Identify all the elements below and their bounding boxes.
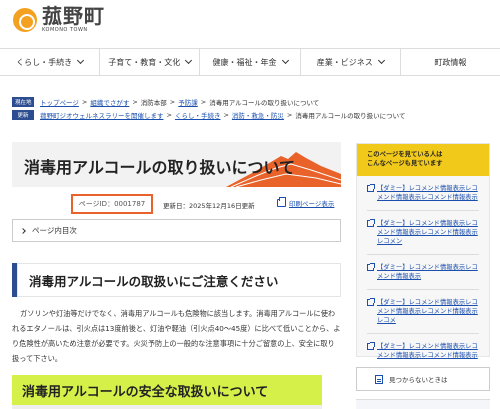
recommend-link[interactable]: 【ダミー】レコメンド情報表示レコメンド情報表示レコメンド情報表示 xyxy=(377,184,479,202)
content-continuation xyxy=(12,405,322,409)
recommend-heading-line1: このページを見ている人は xyxy=(367,151,443,158)
chevron-right-icon xyxy=(20,227,26,234)
recommend-item: 【ダミー】レコメンド情報表示レコメンド情報表示 xyxy=(367,255,479,290)
breadcrumb-link-prevention[interactable]: 予防課 xyxy=(178,97,198,107)
external-link-icon xyxy=(367,342,375,350)
external-link-icon xyxy=(367,298,375,306)
recommend-link[interactable]: 【ダミー】レコメンド情報表示レコメンド情報表示レコメンド情報表示 xyxy=(377,342,479,360)
sidebar-bottom xyxy=(356,399,490,409)
section-heading: 消毒用アルコールの取扱いにご注意ください xyxy=(12,263,341,297)
recommend-item: 【ダミー】レコメンド情報表示レコメンド情報表示レコメンド情報表示レコメン xyxy=(367,211,479,255)
page-title-box: 消毒用アルコールの取り扱いについて xyxy=(12,142,341,187)
breadcrumb-link-rally[interactable]: 菰野町ジオウェルネスラリーを開催します xyxy=(40,110,164,120)
page-id: ページID：0001787 xyxy=(71,194,153,214)
site-logo[interactable]: 菰野町 KOMONO TOWN xyxy=(13,6,105,33)
nav-item-government[interactable]: 町政情報 xyxy=(399,49,500,75)
chevron-down-icon xyxy=(377,56,385,65)
chevron-down-icon xyxy=(185,56,193,65)
breadcrumb-link-org[interactable]: 組織でさがす xyxy=(90,97,129,107)
breadcrumb-fire-dept: 消防本部 xyxy=(140,98,167,107)
breadcrumb-alt: 更新 菰野町ジオウェルネスラリーを開催します > くらし・手続き > 消防・救急・防… xyxy=(12,108,492,121)
breadcrumb-link-fire[interactable]: 消防・救急・防災 xyxy=(232,110,284,120)
toc-toggle[interactable]: ページ内目次 xyxy=(12,219,341,242)
breadcrumb-link-top[interactable]: トップページ xyxy=(40,97,79,107)
logo-sub: KOMONO TOWN xyxy=(42,27,88,33)
printer-icon xyxy=(277,197,286,207)
subsection-heading: 消毒用アルコールの安全な取扱いについて xyxy=(12,375,322,405)
nav-item-childcare[interactable]: 子育て・教育・文化 xyxy=(99,49,199,75)
recommend-heading-line2: こんなページも見ています xyxy=(367,160,443,167)
recommend-heading: このページを見ている人は こんなページも見ています xyxy=(357,144,489,176)
updated-date: 更新日：2025年12月16日更新 xyxy=(163,202,255,210)
external-link-icon xyxy=(367,184,375,192)
nav-label: 子育て・教育・文化 xyxy=(108,57,181,67)
recommend-list: 【ダミー】レコメンド情報表示レコメンド情報表示レコメンド情報表示 【ダミー】レコ… xyxy=(357,176,489,368)
external-link-icon xyxy=(367,263,375,271)
toc-label: ページ内目次 xyxy=(32,226,77,235)
nav-label: 産業・ビジネス xyxy=(316,57,373,67)
nav-item-health[interactable]: 健康・福祉・年金 xyxy=(199,49,299,75)
breadcrumb-current: 現在地 トップページ > 組織でさがす > 消防本部 > 予防課 > 消毒用アルコールの… xyxy=(12,95,492,108)
print-label: 印刷ページ表示 xyxy=(289,200,335,208)
recommend-item: 【ダミー】レコメンド情報表示レコメンド情報表示レコメンド情報表示 xyxy=(367,334,479,368)
not-found-label: 見つからないときは xyxy=(389,376,448,384)
external-link-icon xyxy=(367,219,375,227)
breadcrumb: 現在地 トップページ > 組織でさがす > 消防本部 > 予防課 > 消毒用アルコールの… xyxy=(12,95,492,121)
chevron-down-icon xyxy=(281,56,289,65)
chevron-down-icon xyxy=(77,56,85,65)
nav-item-living[interactable]: くらし・手続き xyxy=(0,49,99,75)
logo-text: 菰野町 KOMONO TOWN xyxy=(42,6,105,33)
not-found-button[interactable]: 見つからないときは xyxy=(356,367,490,391)
global-nav: くらし・手続き 子育て・教育・文化 健康・福祉・年金 産業・ビジネス 町政情報 xyxy=(0,48,500,76)
print-link[interactable]: 印刷ページ表示 xyxy=(277,197,335,208)
recommend-link[interactable]: 【ダミー】レコメンド情報表示レコメンド情報表示レコメンド情報表示レコメン xyxy=(377,219,479,246)
breadcrumb-current-page: 消毒用アルコールの取り扱いについて xyxy=(295,111,406,120)
recommend-item: 【ダミー】レコメンド情報表示レコメンド情報表示レコメンド情報表示レコメ xyxy=(367,290,479,334)
recommend-panel: このページを見ている人は こんなページも見ています 【ダミー】レコメンド情報表示… xyxy=(356,143,490,359)
logo-name: 菰野町 xyxy=(42,4,105,28)
page: 菰野町 KOMONO TOWN くらし・手続き 子育て・教育・文化 健康・福祉・… xyxy=(0,0,500,409)
document-icon xyxy=(375,374,383,384)
recommend-item: 【ダミー】レコメンド情報表示レコメンド情報表示レコメンド情報表示 xyxy=(367,176,479,211)
body-paragraph: ガソリンや灯油等だけでなく、消毒用アルコールも危険物に該当します。消毒用アルコー… xyxy=(12,309,341,363)
nav-label: 町政情報 xyxy=(434,57,467,67)
town-emblem-icon xyxy=(13,7,37,32)
recommend-link[interactable]: 【ダミー】レコメンド情報表示レコメンド情報表示レコメンド情報表示レコメ xyxy=(377,298,479,325)
nav-label: くらし・手続き xyxy=(16,57,73,67)
recommend-link[interactable]: 【ダミー】レコメンド情報表示レコメンド情報表示 xyxy=(377,263,479,281)
page-title: 消毒用アルコールの取り扱いについて xyxy=(24,158,296,177)
nav-item-business[interactable]: 産業・ビジネス xyxy=(299,49,400,75)
breadcrumb-link-living[interactable]: くらし・手続き xyxy=(175,110,221,120)
nav-label: 健康・福祉・年金 xyxy=(212,57,277,67)
breadcrumb-tag: 更新 xyxy=(12,109,34,120)
breadcrumb-current-page: 消毒用アルコールの取り扱いについて xyxy=(209,98,320,107)
breadcrumb-tag: 現在地 xyxy=(12,96,34,107)
